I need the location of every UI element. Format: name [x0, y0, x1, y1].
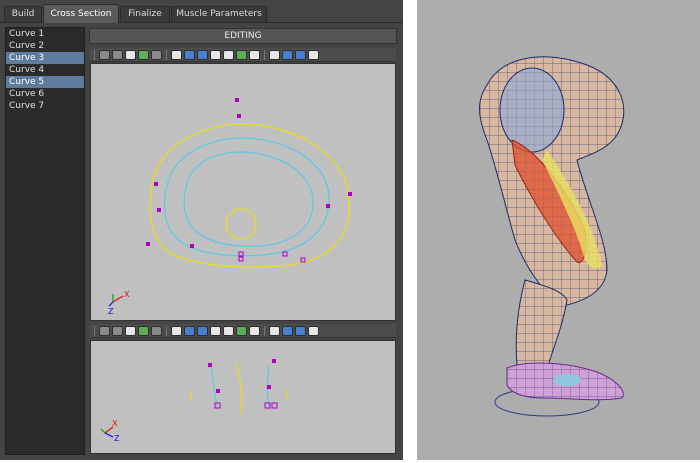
- muscle-builder-panel: Build Cross Section Finalize Muscle Para…: [0, 0, 403, 460]
- cv-point[interactable]: [208, 363, 212, 367]
- toolbar-separator: [166, 325, 167, 336]
- bottom-viewport-toolbar: [90, 324, 396, 338]
- smooth-shade-icon[interactable]: [184, 49, 195, 60]
- camera-icon[interactable]: [99, 49, 110, 60]
- toolbar-separator: [264, 325, 265, 336]
- xray-icon[interactable]: [223, 325, 234, 336]
- curve-list-item[interactable]: Curve 3: [6, 52, 84, 64]
- cv-point[interactable]: [235, 98, 239, 102]
- toolbar-separator: [166, 49, 167, 60]
- axis-x-label: X: [112, 419, 118, 428]
- image-plane-icon[interactable]: [138, 49, 149, 60]
- bookmark-icon[interactable]: [125, 325, 136, 336]
- cv-point[interactable]: [272, 359, 276, 363]
- side-viewport[interactable]: X Z: [90, 340, 396, 454]
- lighting-icon[interactable]: [197, 49, 208, 60]
- cv-point[interactable]: [271, 402, 278, 409]
- camera-view-icon[interactable]: [308, 325, 319, 336]
- axis-gizmo: X Z: [100, 419, 120, 443]
- camera-attrs-icon[interactable]: [112, 325, 123, 336]
- camera-icon[interactable]: [99, 325, 110, 336]
- tab-build[interactable]: Build: [4, 6, 42, 22]
- xray-icon[interactable]: [223, 49, 234, 60]
- perspective-icon[interactable]: [282, 49, 293, 60]
- cv-point[interactable]: [267, 385, 271, 389]
- cv-point[interactable]: [154, 182, 158, 186]
- heel-mesh[interactable]: [553, 374, 581, 386]
- side-curve[interactable]: [235, 362, 243, 414]
- isolate-icon[interactable]: [236, 325, 247, 336]
- outer-curve[interactable]: [149, 123, 350, 268]
- bookmark-icon[interactable]: [125, 49, 136, 60]
- cross-section-canvas: X Z: [108, 98, 352, 316]
- wireframe-icon[interactable]: [171, 49, 182, 60]
- perspective-viewport[interactable]: [417, 0, 700, 460]
- grid-icon[interactable]: [151, 325, 162, 336]
- cv-point[interactable]: [238, 256, 244, 262]
- camera-view-icon[interactable]: [308, 49, 319, 60]
- toolbar-separator: [264, 49, 265, 60]
- image-plane-icon[interactable]: [138, 325, 149, 336]
- panel-divider: [403, 0, 417, 460]
- axis-gizmo: X Z: [108, 290, 130, 316]
- curve-list-item[interactable]: Curve 6: [6, 88, 84, 100]
- shadows-icon[interactable]: [210, 325, 221, 336]
- lighting-icon[interactable]: [197, 325, 208, 336]
- toolbar-separator: [94, 325, 95, 336]
- pelvis-mesh[interactable]: [499, 67, 565, 153]
- grid-icon[interactable]: [151, 49, 162, 60]
- isolate-icon[interactable]: [236, 49, 247, 60]
- shin-wireframe: [516, 280, 567, 373]
- cv-point[interactable]: [282, 251, 288, 257]
- curve-list-item[interactable]: Curve 5: [6, 76, 84, 88]
- curve-list[interactable]: Curve 1 Curve 2 Curve 3 Curve 4 Curve 5 …: [5, 27, 85, 455]
- wireframe-icon[interactable]: [171, 325, 182, 336]
- cv-point[interactable]: [146, 242, 150, 246]
- curve-list-item[interactable]: Curve 1: [6, 28, 84, 40]
- cv-point[interactable]: [216, 389, 220, 393]
- curve-list-item[interactable]: Curve 4: [6, 64, 84, 76]
- cv-point[interactable]: [190, 244, 194, 248]
- curve-list-item[interactable]: Curve 7: [6, 100, 84, 112]
- resolution-gate-icon[interactable]: [269, 49, 280, 60]
- ortho-icon[interactable]: [295, 49, 306, 60]
- camera-attrs-icon[interactable]: [112, 49, 123, 60]
- axis-x-label: X: [124, 290, 130, 299]
- side-canvas: X Z: [100, 359, 288, 443]
- toolbar-separator: [94, 49, 95, 60]
- texture-icon[interactable]: [249, 325, 260, 336]
- axis-z-label: Z: [108, 307, 114, 316]
- cv-point[interactable]: [326, 204, 330, 208]
- ortho-icon[interactable]: [295, 325, 306, 336]
- bone-circle[interactable]: [225, 208, 257, 240]
- side-curve[interactable]: [210, 365, 218, 407]
- tab-muscle-parameters[interactable]: Muscle Parameters: [171, 6, 267, 22]
- tab-cross-section[interactable]: Cross Section: [43, 4, 119, 23]
- resolution-gate-icon[interactable]: [269, 325, 280, 336]
- cross-section-viewport[interactable]: X Z: [90, 63, 396, 321]
- cv-point[interactable]: [157, 208, 161, 212]
- cv-point[interactable]: [300, 257, 306, 263]
- smooth-shade-icon[interactable]: [184, 325, 195, 336]
- axis-z-label: Z: [114, 434, 120, 443]
- top-viewport-toolbar: [90, 48, 396, 62]
- tab-finalize[interactable]: Finalize: [120, 6, 170, 22]
- cv-point[interactable]: [348, 192, 352, 196]
- texture-icon[interactable]: [249, 49, 260, 60]
- cyan-curve-inner[interactable]: [183, 151, 314, 247]
- shadows-icon[interactable]: [210, 49, 221, 60]
- editing-mode-bar[interactable]: EDITING: [89, 28, 397, 44]
- perspective-icon[interactable]: [282, 325, 293, 336]
- cv-point[interactable]: [237, 114, 241, 118]
- curve-list-item[interactable]: Curve 2: [6, 40, 84, 52]
- tab-bar: Build Cross Section Finalize Muscle Para…: [0, 4, 403, 23]
- leg-model: [479, 56, 625, 417]
